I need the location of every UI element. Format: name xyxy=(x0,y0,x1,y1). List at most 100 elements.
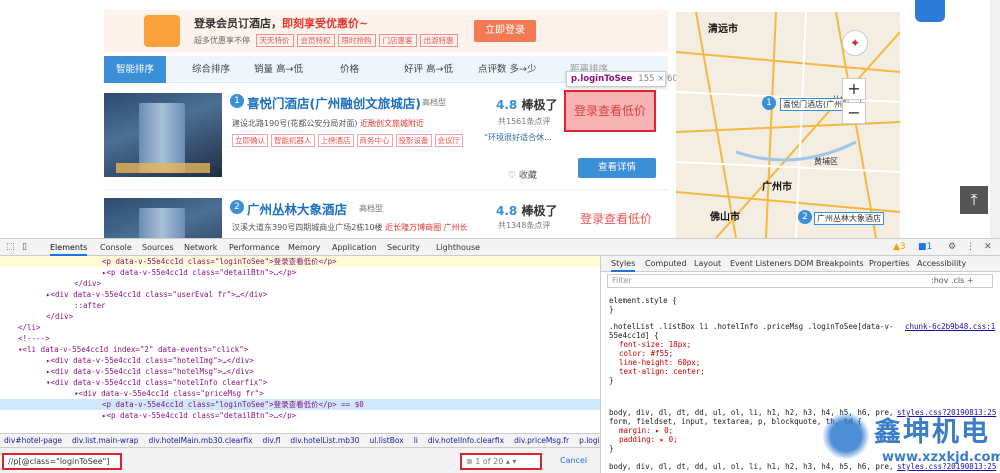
dom-node-line[interactable]: ▾<div data-v-55e4cc1d class="priceMsg fr… xyxy=(0,388,600,399)
dom-search-input[interactable]: //p[@class="loginToSee"] xyxy=(2,453,122,470)
devtools-toolbar: ⬚ ▯ Elements Console Sources Network Per… xyxy=(0,239,1000,256)
zoom-in-button[interactable]: + xyxy=(842,78,866,100)
hotel-index-badge: 1 xyxy=(230,94,244,108)
breadcrumb-item[interactable]: div.hotelMain.mb30.clearfix xyxy=(149,436,253,445)
tab-console[interactable]: Console xyxy=(100,239,132,256)
tab-performance[interactable]: Performance xyxy=(229,239,280,256)
inspect-element-icon[interactable]: ⬚ xyxy=(6,242,15,252)
compass-icon[interactable]: ✦ xyxy=(842,30,868,56)
sort-price[interactable]: 价格 xyxy=(340,56,359,83)
brand-badge-icon[interactable] xyxy=(915,0,945,22)
map-marker-1[interactable]: 1 xyxy=(762,96,776,110)
member-promo-banner: 登录会员订酒店，即刻享受优惠价~ 超多优惠享不停 天天特价 会员特权 限时抢购 门店惠… xyxy=(104,10,668,52)
breadcrumb-item[interactable]: p.loginToSee xyxy=(579,436,600,445)
settings-gear-icon[interactable]: ⚙ xyxy=(948,242,956,252)
login-to-see-price[interactable]: 登录查看低价 xyxy=(564,90,656,132)
login-to-see-price[interactable]: 登录查看低价 xyxy=(580,210,652,227)
zoom-out-button[interactable]: − xyxy=(842,102,866,124)
tab-dom-breakpoints[interactable]: DOM Breakpoints xyxy=(794,256,864,272)
dom-node-line[interactable]: ▾<div data-v-55e4cc1d class="hotelInfo c… xyxy=(0,377,600,388)
tab-sources[interactable]: Sources xyxy=(142,239,174,256)
breadcrumb-item[interactable]: div#hotel-page xyxy=(4,436,62,445)
tab-accessibility[interactable]: Accessibility xyxy=(917,256,966,272)
dom-node-line[interactable]: </div> xyxy=(0,311,600,322)
dom-node-line[interactable]: <!----> xyxy=(0,333,600,344)
map-city-label: 佛山市 xyxy=(710,212,740,223)
dom-node-line[interactable]: <p data-v-55e4cc1d class="loginToSee">登录… xyxy=(0,256,600,267)
hotel-map[interactable]: 清远市 广州市 佛山市 黄埔区 从化区 1 喜悦门酒店(广州融... 2 广州丛… xyxy=(676,12,900,238)
map-pin-label[interactable]: 广州丛林大象酒店 xyxy=(814,212,884,225)
prev-next-arrows-icon[interactable]: ▴ ▾ xyxy=(503,457,517,466)
search-result-count: ⊗ 1 of 20 ▴ ▾ xyxy=(460,453,542,470)
hotel-tag: 智能机器人 xyxy=(271,134,315,147)
tab-styles[interactable]: Styles xyxy=(611,256,636,272)
page-scrollbar[interactable] xyxy=(990,0,1000,238)
breadcrumb-item[interactable]: ul.listBox xyxy=(370,436,404,445)
map-district-label: 黄埔区 xyxy=(814,157,838,166)
breadcrumb-item[interactable]: div.list.main-wrap xyxy=(72,436,139,445)
map-marker-2[interactable]: 2 xyxy=(798,210,812,224)
review-count[interactable]: 共1561条点评 xyxy=(498,116,550,127)
tab-layout[interactable]: Layout xyxy=(694,256,721,272)
dom-node-line[interactable]: </div> xyxy=(0,278,600,289)
hotel-score: 4.8 棒极了 xyxy=(496,98,558,112)
elements-tree[interactable]: <p data-v-55e4cc1d class="loginToSee">登录… xyxy=(0,256,600,433)
hotel-name[interactable]: 广州丛林大象酒店 xyxy=(247,199,347,218)
breadcrumb-item[interactable]: li xyxy=(414,436,418,445)
dom-node-line[interactable]: ▸<p data-v-55e4cc1d class="detailBtn">…<… xyxy=(0,410,600,421)
login-now-button[interactable]: 立即登录 xyxy=(474,20,536,42)
css-rule: .hotelList .listBox li .hotelInfo .price… xyxy=(609,322,996,385)
clear-search-icon[interactable]: ⊗ xyxy=(466,457,475,466)
hotel-name[interactable]: 喜悦门酒店(广州融创文旅城店) xyxy=(247,93,421,112)
breadcrumb-item[interactable]: div.hotelList.mb30 xyxy=(290,436,359,445)
css-source-link[interactable]: chunk-6c2b9b48.css:1 xyxy=(905,322,995,331)
dom-node-line[interactable]: ▸<div data-v-55e4cc1d class="hotelImg">…… xyxy=(0,355,600,366)
back-to-top-icon[interactable]: ⤒ xyxy=(960,186,988,214)
breadcrumb-item[interactable]: div.priceMsg.fr xyxy=(514,436,569,445)
tab-computed[interactable]: Computed xyxy=(645,256,687,272)
warning-icon[interactable]: ▲3 xyxy=(893,242,906,252)
dom-node-line[interactable]: ▾<li data-v-55e4cc1d index="2" data-even… xyxy=(0,344,600,355)
sort-sales[interactable]: 销量 高→低 xyxy=(254,56,303,83)
dom-node-line[interactable]: ▸<p data-v-55e4cc1d class="detailBtn">…<… xyxy=(0,267,600,278)
tab-network[interactable]: Network xyxy=(184,239,217,256)
sort-overall[interactable]: 综合排序 xyxy=(192,56,230,83)
map-city-label: 广州市 xyxy=(762,182,792,193)
tab-application[interactable]: Application xyxy=(332,239,377,256)
breadcrumb-item[interactable]: div.fl xyxy=(263,436,281,445)
dom-node-line[interactable]: <p data-v-55e4cc1d class="loginToSee">登录… xyxy=(0,399,600,410)
info-icon[interactable]: ■1 xyxy=(918,242,932,252)
dom-node-line[interactable]: ▸<div data-v-55e4cc1d class="userEval fr… xyxy=(0,289,600,300)
tab-properties[interactable]: Properties xyxy=(869,256,909,272)
more-options-icon[interactable]: ⋮ xyxy=(966,242,975,252)
review-quote: “环境很好适合休... xyxy=(484,133,552,142)
sort-smart[interactable]: 智能排序 xyxy=(104,56,166,83)
review-count[interactable]: 共1348条点评 xyxy=(498,220,550,231)
tab-memory[interactable]: Memory xyxy=(288,239,321,256)
styles-filter-toggles[interactable]: :hov .cls + xyxy=(931,276,974,285)
hotel-tag: 会议厅 xyxy=(434,134,463,147)
device-toggle-icon[interactable]: ▯ xyxy=(22,242,27,252)
dom-breadcrumb: div#hotel-page div.list.main-wrap div.hote… xyxy=(0,433,600,447)
tab-lighthouse[interactable]: Lighthouse xyxy=(436,239,480,256)
dom-node-line[interactable]: ▸<div data-v-55e4cc1d class="hotelMsg">…… xyxy=(0,366,600,377)
sort-reviews[interactable]: 点评数 多→少 xyxy=(478,56,536,83)
dom-node-line[interactable]: ::after xyxy=(0,300,600,311)
sort-rating[interactable]: 好评 高→低 xyxy=(404,56,453,83)
favorite-button[interactable]: ♡ 收藏 xyxy=(508,168,537,181)
dom-search-bar: //p[@class="loginToSee"] ⊗ 1 of 20 ▴ ▾ C… xyxy=(0,447,600,473)
breadcrumb-item[interactable]: div.hotelInfo.clearfix xyxy=(428,436,504,445)
view-details-button[interactable]: 查看详情 xyxy=(578,158,656,178)
inspect-tooltip: p.loginToSee 155 × 60 xyxy=(566,71,678,87)
search-cancel-button[interactable]: Cancel xyxy=(560,456,587,465)
tab-event-listeners[interactable]: Event Listeners xyxy=(730,256,792,272)
tab-security[interactable]: Security xyxy=(387,239,420,256)
hotel-photo[interactable] xyxy=(104,93,222,177)
promo-tag: 限时抢购 xyxy=(337,34,376,47)
map-city-label: 清远市 xyxy=(708,24,738,35)
tab-elements[interactable]: Elements xyxy=(50,239,88,256)
close-icon[interactable]: ✕ xyxy=(984,242,992,252)
dom-node-line[interactable]: </li> xyxy=(0,322,600,333)
hotel-card: 2 广州丛林大象酒店 高档型 汉溪大道东390号四期城商业广场2栋10楼 近长隆… xyxy=(104,196,668,238)
hotel-photo[interactable] xyxy=(104,198,222,238)
